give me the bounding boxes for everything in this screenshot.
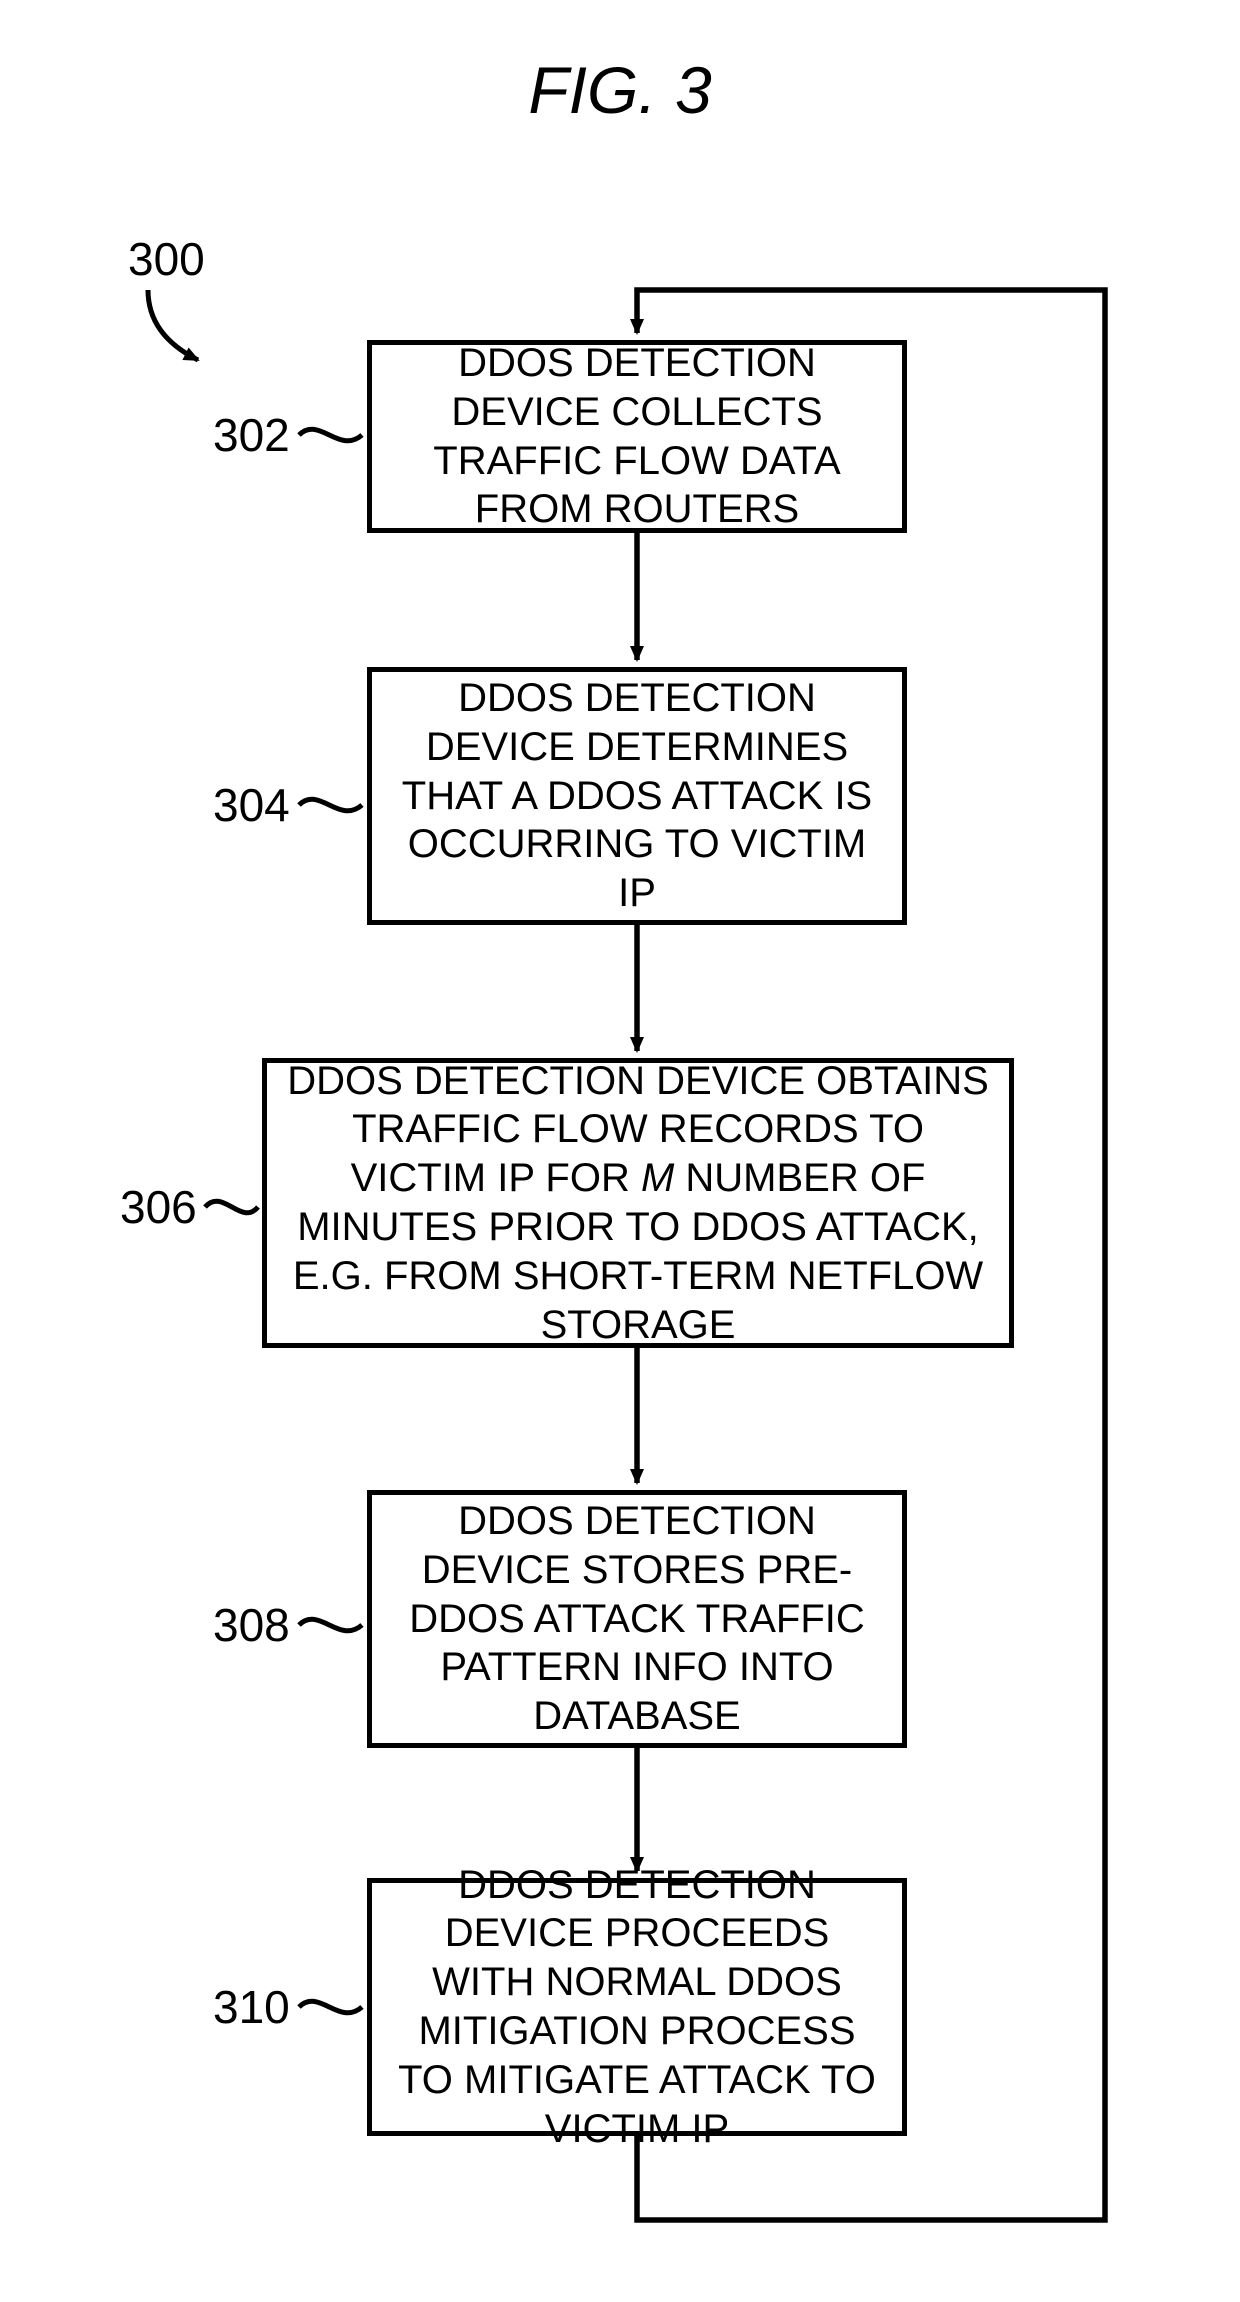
diagram-canvas: FIG. 3 300 302 DDOS DETECTION DEVICE COL… [0, 0, 1240, 2302]
step-text-306-italic: M [641, 1156, 674, 1200]
ref-label-308: 308 [213, 1598, 290, 1652]
step-box-310: DDOS DETECTION DEVICE PROCEEDS WITH NORM… [367, 1878, 907, 2136]
tilde-310 [299, 2001, 362, 2013]
figure-title: FIG. 3 [420, 52, 820, 128]
ref-label-302: 302 [213, 408, 290, 462]
step-text-302: DDOS DETECTION DEVICE COLLECTS TRAFFIC F… [390, 339, 884, 534]
step-box-306: DDOS DETECTION DEVICE OBTAINS TRAFFIC FL… [262, 1058, 1014, 1348]
step-text-306: DDOS DETECTION DEVICE OBTAINS TRAFFIC FL… [285, 1057, 991, 1350]
step-text-308: DDOS DETECTION DEVICE STORES PRE-DDOS AT… [390, 1497, 884, 1741]
ref-label-306: 306 [120, 1180, 197, 1234]
step-text-304: DDOS DETECTION DEVICE DETERMINES THAT A … [390, 674, 884, 918]
ref-label-310: 310 [213, 1980, 290, 2034]
tilde-306 [205, 1201, 258, 1213]
step-box-302: DDOS DETECTION DEVICE COLLECTS TRAFFIC F… [367, 340, 907, 533]
step-box-304: DDOS DETECTION DEVICE DETERMINES THAT A … [367, 667, 907, 925]
ref-label-main: 300 [128, 232, 205, 286]
leader-300 [148, 290, 198, 360]
tilde-308 [299, 1619, 362, 1631]
step-box-308: DDOS DETECTION DEVICE STORES PRE-DDOS AT… [367, 1490, 907, 1748]
tilde-304 [299, 799, 362, 811]
tilde-302 [299, 429, 362, 441]
step-text-310: DDOS DETECTION DEVICE PROCEEDS WITH NORM… [390, 1861, 884, 2154]
ref-label-304: 304 [213, 778, 290, 832]
